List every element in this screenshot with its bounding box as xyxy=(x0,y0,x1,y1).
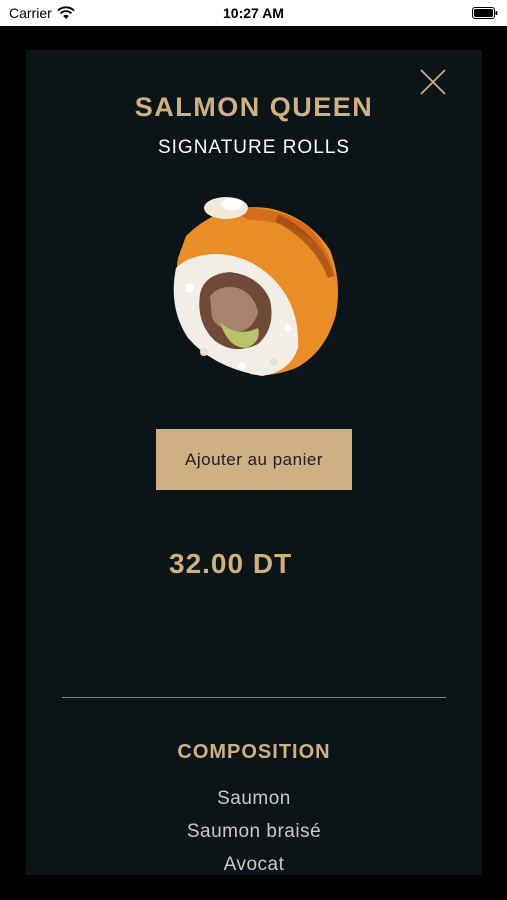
composition-item: Avocat xyxy=(223,854,285,875)
divider xyxy=(62,697,446,698)
composition-item: Saumon braisé xyxy=(186,821,322,842)
sushi-roll-image xyxy=(173,197,338,376)
status-bar: Carrier 10:27 AM xyxy=(0,0,507,26)
composition-item: Saumon xyxy=(217,788,291,809)
composition-list: Saumon Saumon braisé Avocat xyxy=(26,786,482,875)
add-to-cart-button[interactable]: Ajouter au panier xyxy=(156,429,352,490)
product-title: SALMON QUEEN xyxy=(134,92,374,122)
battery-icon xyxy=(472,7,498,19)
status-time: 10:27 AM xyxy=(223,5,284,21)
product-detail-modal: SALMON QUEEN SIGNATURE ROLLS Ajouter au … xyxy=(26,50,482,875)
composition-heading: COMPOSITION xyxy=(177,741,331,763)
product-category: SIGNATURE ROLLS xyxy=(157,137,351,158)
product-price: 32.00 DT xyxy=(169,548,293,579)
